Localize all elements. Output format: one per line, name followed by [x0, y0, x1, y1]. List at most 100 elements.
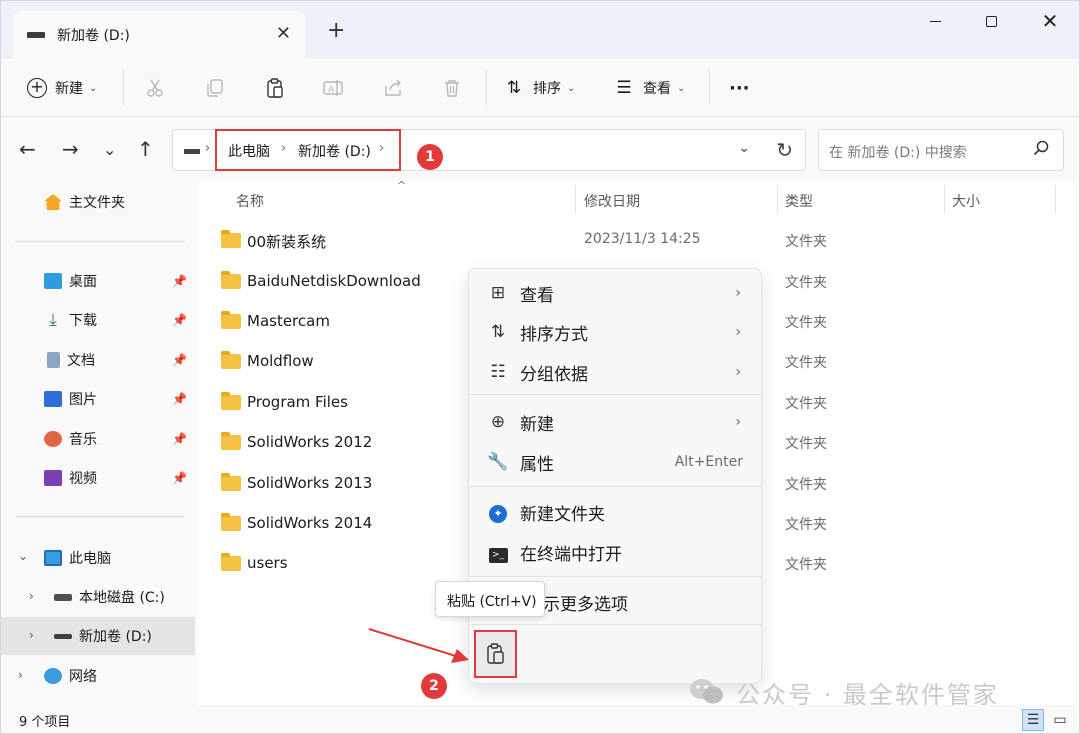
plus-circle-icon: ⊕	[490, 412, 506, 432]
column-divider[interactable]	[777, 185, 778, 213]
details-view-icon[interactable]: ☰	[1022, 709, 1044, 731]
sidebar-item-pictures[interactable]: 图片 📌	[1, 380, 195, 418]
sidebar-item-label: 图片	[69, 392, 97, 408]
file-type: 文件夹	[785, 477, 827, 493]
menu-item-new[interactable]: ⊕ 新建 ›	[473, 403, 759, 441]
menu-divider	[469, 394, 761, 395]
address-bar[interactable]: › 此电脑 › 新加卷 (D:) › ⌄ ↻	[172, 129, 806, 171]
menu-item-label: 查看	[520, 285, 554, 306]
sidebar-item-downloads[interactable]: ⤓ 下载 📌	[1, 301, 195, 339]
sort-arrows-icon: ⇅	[490, 322, 506, 342]
tab-title: 新加卷 (D:)	[57, 28, 130, 44]
back-arrow-icon[interactable]: ←	[19, 137, 36, 161]
sidebar-divider	[15, 241, 185, 242]
menu-item-view[interactable]: ⊞ 查看 ›	[473, 274, 759, 312]
folder-icon	[221, 311, 241, 329]
folder-icon	[221, 230, 241, 248]
cut-button[interactable]	[144, 73, 166, 103]
search-box[interactable]: 在 新加卷 (D:) 中搜索	[818, 129, 1064, 171]
pin-icon[interactable]: 📌	[172, 392, 187, 406]
minimize-button[interactable]	[915, 9, 955, 33]
refresh-icon[interactable]: ↻	[776, 138, 793, 162]
folder-icon	[221, 351, 241, 369]
pin-icon[interactable]: 📌	[172, 313, 187, 327]
chevron-down-icon: ⌄	[567, 82, 576, 94]
close-window-button[interactable]: ✕	[1030, 9, 1070, 33]
forward-arrow-icon[interactable]: →	[62, 137, 79, 161]
copy-button[interactable]	[204, 73, 226, 103]
up-arrow-icon[interactable]: ↑	[137, 137, 154, 161]
sidebar-item-music[interactable]: 音乐 📌	[1, 420, 195, 458]
chevron-down-icon: ⌄	[677, 82, 686, 94]
new-tab-button[interactable]: +	[327, 18, 345, 43]
file-name: 00新装系统	[247, 233, 327, 251]
rename-button[interactable]: A	[322, 73, 344, 103]
document-icon	[47, 352, 60, 368]
share-button[interactable]	[382, 73, 404, 103]
sort-button[interactable]: ⇅ 排序 ⌄	[503, 73, 576, 103]
desktop-icon	[44, 273, 62, 289]
expand-chevron-right-icon[interactable]: ›	[29, 589, 34, 603]
expand-chevron-right-icon[interactable]: ›	[29, 628, 34, 642]
plus-circle-icon: +	[27, 78, 47, 98]
chevron-right-icon: ›	[735, 285, 741, 301]
address-history-chevron-icon[interactable]: ⌄	[738, 140, 750, 156]
file-name: SolidWorks 2012	[247, 433, 373, 451]
toolbar-divider	[709, 69, 710, 105]
column-header-type[interactable]: 类型	[785, 191, 813, 211]
column-header-date[interactable]: 修改日期	[584, 191, 640, 211]
column-header-size[interactable]: 大小	[952, 191, 980, 211]
column-divider[interactable]	[1055, 185, 1056, 213]
menu-item-label: 在终端中打开	[520, 544, 622, 565]
file-explorer-window: 新加卷 (D:) ✕ + ✕ + 新建 ⌄ A ⇅ 排序 ⌄ ☰ 查看 ⌄ ··…	[0, 0, 1080, 734]
sidebar-item-videos[interactable]: 视频 📌	[1, 459, 195, 497]
sidebar-item-documents[interactable]: 文档 📌	[1, 341, 195, 379]
column-divider[interactable]	[575, 185, 576, 213]
toolbar-divider	[486, 69, 487, 105]
expand-chevron-down-icon[interactable]: ⌄	[18, 549, 28, 563]
breadcrumb-highlight-box	[215, 129, 401, 171]
recent-locations-chevron-icon[interactable]: ⌄	[103, 140, 116, 159]
file-row[interactable]: 00新装系统 2023/11/3 14:25 文件夹	[215, 220, 1075, 260]
menu-item-new-folder[interactable]: ✦ 新建文件夹	[473, 493, 759, 531]
paste-toolbar-button[interactable]	[264, 73, 286, 103]
expand-chevron-right-icon[interactable]: ›	[18, 668, 23, 682]
sidebar-item-network[interactable]: › 网络	[1, 657, 195, 695]
new-button[interactable]: + 新建 ⌄	[27, 73, 97, 103]
tiles-view-icon[interactable]: ▭	[1049, 709, 1071, 731]
pin-icon[interactable]: 📌	[172, 471, 187, 485]
view-button[interactable]: ☰ 查看 ⌄	[613, 73, 685, 103]
pin-icon[interactable]: 📌	[172, 432, 187, 446]
file-type: 文件夹	[785, 355, 827, 371]
sidebar-item-label: 网络	[69, 669, 97, 685]
pin-icon[interactable]: 📌	[172, 353, 187, 367]
sidebar-item-label: 新加卷 (D:)	[79, 629, 152, 645]
folder-icon	[221, 432, 241, 450]
tab-new-volume-d[interactable]: 新加卷 (D:) ✕	[13, 11, 305, 59]
view-button-label: 查看	[643, 81, 671, 97]
file-name: Program Files	[247, 393, 348, 411]
column-header-name[interactable]: 名称	[236, 191, 264, 211]
wrench-icon: 🔧	[487, 452, 509, 472]
more-options-button[interactable]: ···	[729, 73, 750, 103]
sidebar-item-desktop[interactable]: 桌面 📌	[1, 262, 195, 300]
clipboard-icon	[267, 78, 283, 98]
sort-ascending-icon: ^	[397, 179, 407, 192]
menu-item-properties[interactable]: 🔧 属性 Alt+Enter	[473, 443, 759, 481]
file-type: 文件夹	[785, 396, 827, 412]
sidebar-item-drive-c[interactable]: › 本地磁盘 (C:)	[1, 578, 195, 616]
delete-button[interactable]	[441, 73, 463, 103]
maximize-button[interactable]	[971, 9, 1011, 33]
file-type: 文件夹	[785, 436, 827, 452]
menu-item-open-in-terminal[interactable]: >_ 在终端中打开	[473, 533, 759, 571]
menu-item-label: 示更多选项	[543, 594, 628, 615]
menu-item-group-by[interactable]: ☷ 分组依据 ›	[473, 353, 759, 391]
pin-icon[interactable]: 📌	[172, 274, 187, 288]
sidebar-item-this-pc[interactable]: ⌄ 此电脑	[1, 539, 195, 577]
pictures-icon	[44, 391, 62, 407]
sidebar-item-home[interactable]: 主文件夹	[1, 183, 195, 221]
column-divider[interactable]	[944, 185, 945, 213]
menu-item-sort[interactable]: ⇅ 排序方式 ›	[473, 313, 759, 351]
tab-close-icon[interactable]: ✕	[276, 23, 291, 44]
sidebar-item-drive-d[interactable]: › 新加卷 (D:)	[1, 617, 195, 655]
